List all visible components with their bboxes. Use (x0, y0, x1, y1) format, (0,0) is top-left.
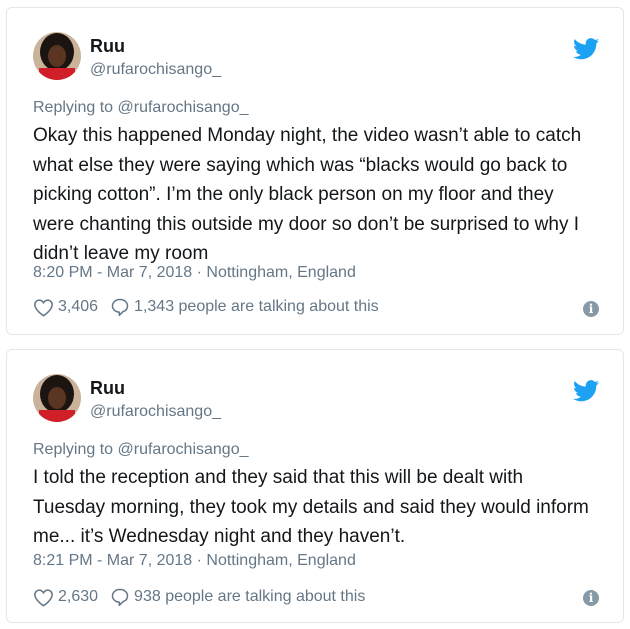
tweet-card[interactable]: Ruu @rufarochisango_ Replying to @rufaro… (6, 349, 624, 623)
conversation-button[interactable]: 1,343 people are talking about this (110, 297, 379, 317)
reply-prefix: Replying to (33, 441, 114, 458)
conversation-button[interactable]: 938 people are talking about this (110, 587, 365, 607)
display-name[interactable]: Ruu (90, 378, 125, 399)
tweet-timestamp[interactable]: 8:20 PM - Mar 7, 2018 · Nottingham, Engl… (33, 264, 356, 282)
info-icon[interactable]: i (583, 590, 599, 606)
comment-icon (111, 588, 129, 607)
twitter-bird-icon[interactable] (573, 38, 599, 60)
reply-to-link[interactable]: @rufarochisango_ (118, 441, 249, 458)
tweet-card[interactable]: Ruu @rufarochisango_ Replying to @rufaro… (6, 7, 624, 335)
tweet-actions: 2,630 938 people are talking about this (33, 587, 365, 607)
replying-to: Replying to @rufarochisango_ (33, 441, 248, 459)
heart-icon (34, 588, 53, 607)
heart-icon (34, 298, 53, 317)
replying-to: Replying to @rufarochisango_ (33, 99, 248, 117)
twitter-bird-icon[interactable] (573, 380, 599, 402)
user-handle[interactable]: @rufarochisango_ (90, 403, 221, 421)
like-button[interactable]: 3,406 (33, 298, 98, 317)
user-handle[interactable]: @rufarochisango_ (90, 61, 221, 79)
tweet-text: I told the reception and they said that … (33, 467, 589, 547)
talking-count: 1,343 people are talking about this (134, 298, 379, 315)
avatar[interactable] (33, 32, 81, 80)
info-icon[interactable]: i (583, 301, 599, 317)
tweet-timestamp[interactable]: 8:21 PM - Mar 7, 2018 · Nottingham, Engl… (33, 552, 356, 570)
like-count: 2,630 (58, 588, 99, 605)
reply-to-link[interactable]: @rufarochisango_ (118, 99, 249, 116)
like-button[interactable]: 2,630 (33, 588, 98, 607)
comment-icon (111, 298, 129, 317)
talking-count: 938 people are talking about this (134, 588, 366, 605)
like-count: 3,406 (58, 298, 99, 315)
tweet-text: Okay this happened Monday night, the vid… (33, 125, 582, 264)
display-name[interactable]: Ruu (90, 36, 125, 57)
tweet-actions: 3,406 1,343 people are talking about thi… (33, 297, 379, 317)
avatar[interactable] (33, 374, 81, 422)
reply-prefix: Replying to (33, 99, 114, 116)
